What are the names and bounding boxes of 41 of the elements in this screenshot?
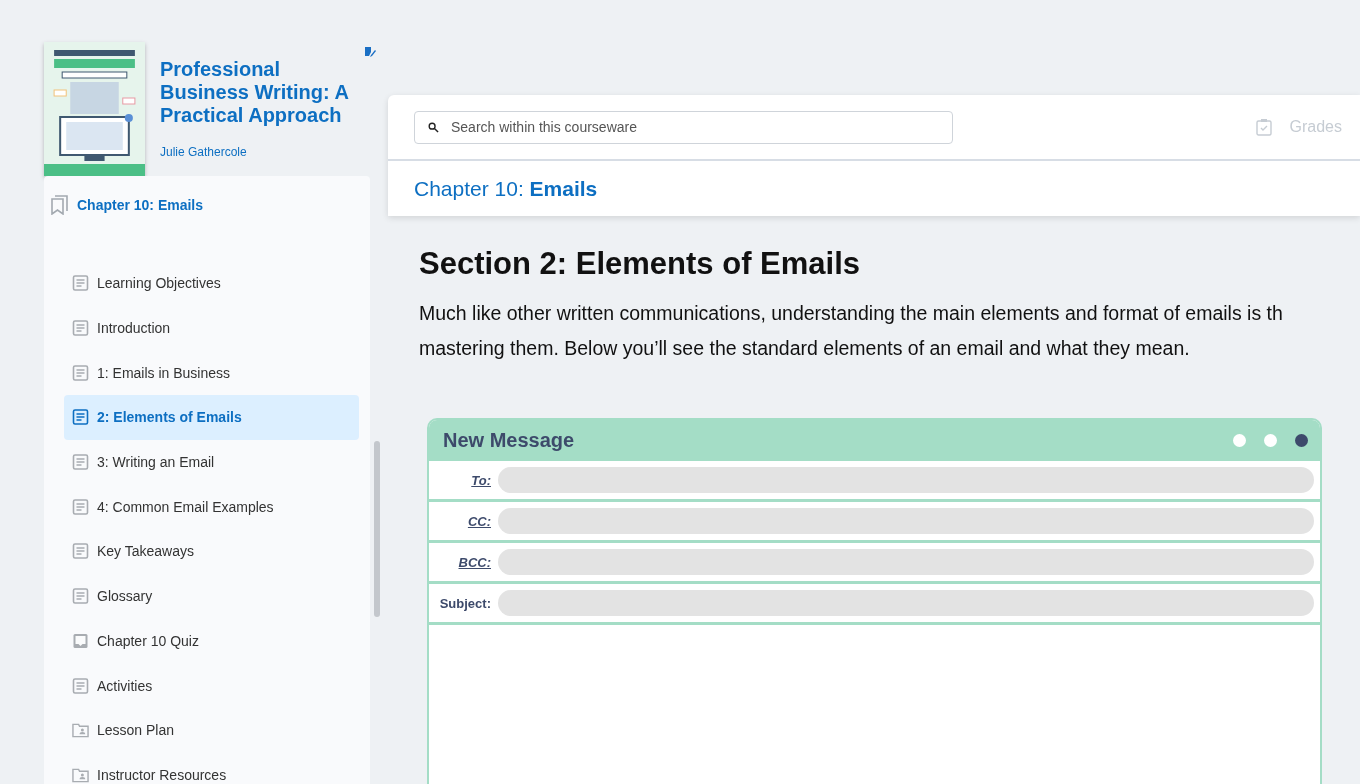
field-label: Subject: [438,595,491,611]
page-icon [72,409,89,426]
page-icon [72,275,89,292]
outline-item[interactable]: Chapter 10 Quiz [64,618,359,664]
breadcrumb: Chapter 10: Emails [413,175,599,202]
clipboard-icon [1255,118,1272,136]
page-icon [72,543,89,560]
outline-item[interactable]: Lesson Plan [64,707,359,753]
outline-item[interactable]: Introduction [64,305,359,351]
page-icon [72,454,89,471]
book-title: Professional Business Writing: A Practical Approach [160,58,350,127]
outline-item[interactable]: Learning Objectives [64,261,359,306]
folder-icon [72,766,89,783]
section-title: Section 2: Elements of Emails [419,246,862,282]
edit-icon[interactable] [364,46,376,58]
page-icon [72,677,89,694]
folder-icon [72,722,89,739]
outline-item[interactable]: Instructor Resources [64,752,359,784]
outline-item[interactable]: 3: Writing an Email [64,439,359,485]
chapter-title[interactable]: Chapter 10: Emails [77,197,204,213]
outline-item[interactable]: Glossary [64,573,359,619]
search-icon [428,121,439,133]
scrollbar[interactable] [374,441,380,617]
field-link[interactable]: CC: [429,513,491,529]
page-icon [72,498,89,515]
page-icon [72,364,89,381]
page-icon [72,320,89,337]
paragraph: Much like other written communications, understanding the main elements and format of emails is th mastering them. Below you’ll see the standard elements of an email and what they mean. [419,301,1284,361]
field-link[interactable]: BCC: [429,554,491,570]
tray-icon [72,632,89,649]
outline-item[interactable]: 1: Emails in Business [64,350,359,396]
search-field[interactable]: Search within this courseware [414,110,953,144]
bookmark-icon [51,195,69,215]
outline-item[interactable]: 2: Elements of Emails [64,395,359,440]
email-title: New Message [443,429,575,452]
page-icon [72,588,89,605]
outline-item[interactable]: 4: Common Email Examples [64,484,359,530]
outline-item[interactable]: Activities [64,663,359,708]
outline-item[interactable]: Key Takeaways [64,529,359,574]
book-author: Julie Gathercole [160,145,248,159]
field-link[interactable]: To: [429,472,491,488]
